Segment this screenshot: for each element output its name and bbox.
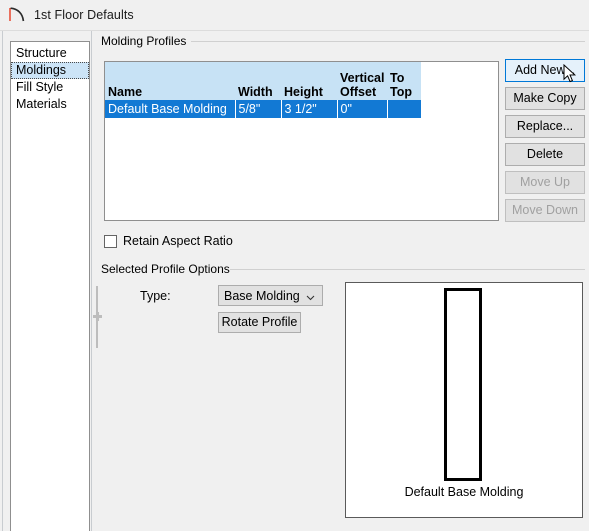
sidebar-item-moldings[interactable]: Moldings (11, 62, 89, 79)
table-header-row: Name Width Height Vertical Offset To Top (105, 62, 421, 100)
cell-width[interactable]: 5/8" (235, 100, 282, 118)
page-title: 1st Floor Defaults (34, 8, 134, 22)
column-header-to-top-line1: To (390, 71, 405, 85)
selected-profile-options-group-line (219, 269, 585, 270)
molding-profiles-group-line (184, 41, 585, 42)
make-copy-button[interactable]: Make Copy (505, 87, 585, 110)
profile-shape-outline (444, 288, 482, 481)
sidebar-item-structure[interactable]: Structure (11, 45, 89, 62)
title-bar: 1st Floor Defaults (0, 0, 589, 31)
arc-wall-icon (7, 5, 27, 25)
column-header-height-label: Height (284, 85, 323, 99)
column-header-name-label: Name (108, 85, 143, 99)
preview-caption: Default Base Molding (404, 485, 524, 499)
molding-profiles-table[interactable]: Name Width Height Vertical Offset To Top (104, 61, 499, 221)
window-left-border (2, 31, 3, 531)
retain-aspect-ratio-row[interactable]: Retain Aspect Ratio (104, 234, 233, 248)
molding-profiles-group-label: Molding Profiles (101, 34, 192, 48)
selected-profile-options-group-label: Selected Profile Options (101, 262, 230, 276)
delete-button[interactable]: Delete (505, 143, 585, 166)
category-list[interactable]: Structure Moldings Fill Style Materials (10, 41, 90, 531)
type-label: Type: (140, 289, 171, 303)
profile-action-buttons: Add New... Make Copy Replace... Delete M… (505, 59, 585, 227)
column-header-width[interactable]: Width (235, 62, 281, 100)
column-header-vertical-offset-line1: Vertical (340, 71, 385, 85)
cell-to-top[interactable] (387, 100, 422, 118)
move-up-button: Move Up (505, 171, 585, 194)
rotate-profile-button[interactable]: Rotate Profile (218, 312, 301, 333)
cell-height[interactable]: 3 1/2" (281, 100, 338, 118)
column-header-width-label: Width (238, 85, 273, 99)
table-row[interactable]: Default Base Molding 5/8" 3 1/2" 0" (105, 100, 422, 118)
chevron-down-icon (306, 291, 315, 301)
dialog-window: 1st Floor Defaults Structure Moldings Fi… (0, 0, 589, 531)
sidebar-item-fill-style[interactable]: Fill Style (11, 79, 89, 96)
column-header-height[interactable]: Height (281, 62, 337, 100)
column-header-to-top[interactable]: To Top (387, 62, 421, 100)
move-down-button: Move Down (505, 199, 585, 222)
add-new-button[interactable]: Add New... (505, 59, 585, 82)
profile-preview-panel[interactable]: Default Base Molding (345, 282, 583, 518)
retain-aspect-ratio-checkbox[interactable] (104, 234, 117, 248)
replace-button[interactable]: Replace... (505, 115, 585, 138)
retain-aspect-ratio-label: Retain Aspect Ratio (123, 234, 233, 248)
cell-vertical-offset[interactable]: 0" (337, 100, 388, 118)
sidebar-item-materials[interactable]: Materials (11, 96, 89, 113)
column-header-to-top-line2: Top (390, 85, 412, 99)
type-dropdown-value: Base Molding (224, 288, 300, 303)
slider-thumb[interactable] (93, 312, 102, 321)
column-header-vertical-offset-line2: Offset (340, 85, 377, 99)
cell-name[interactable]: Default Base Molding (105, 100, 236, 118)
sidebar-divider (91, 31, 92, 531)
column-header-vertical-offset[interactable]: Vertical Offset (337, 62, 387, 100)
type-dropdown[interactable]: Base Molding (218, 285, 323, 306)
column-header-name[interactable]: Name (105, 62, 235, 100)
profile-scale-slider[interactable] (92, 286, 102, 348)
